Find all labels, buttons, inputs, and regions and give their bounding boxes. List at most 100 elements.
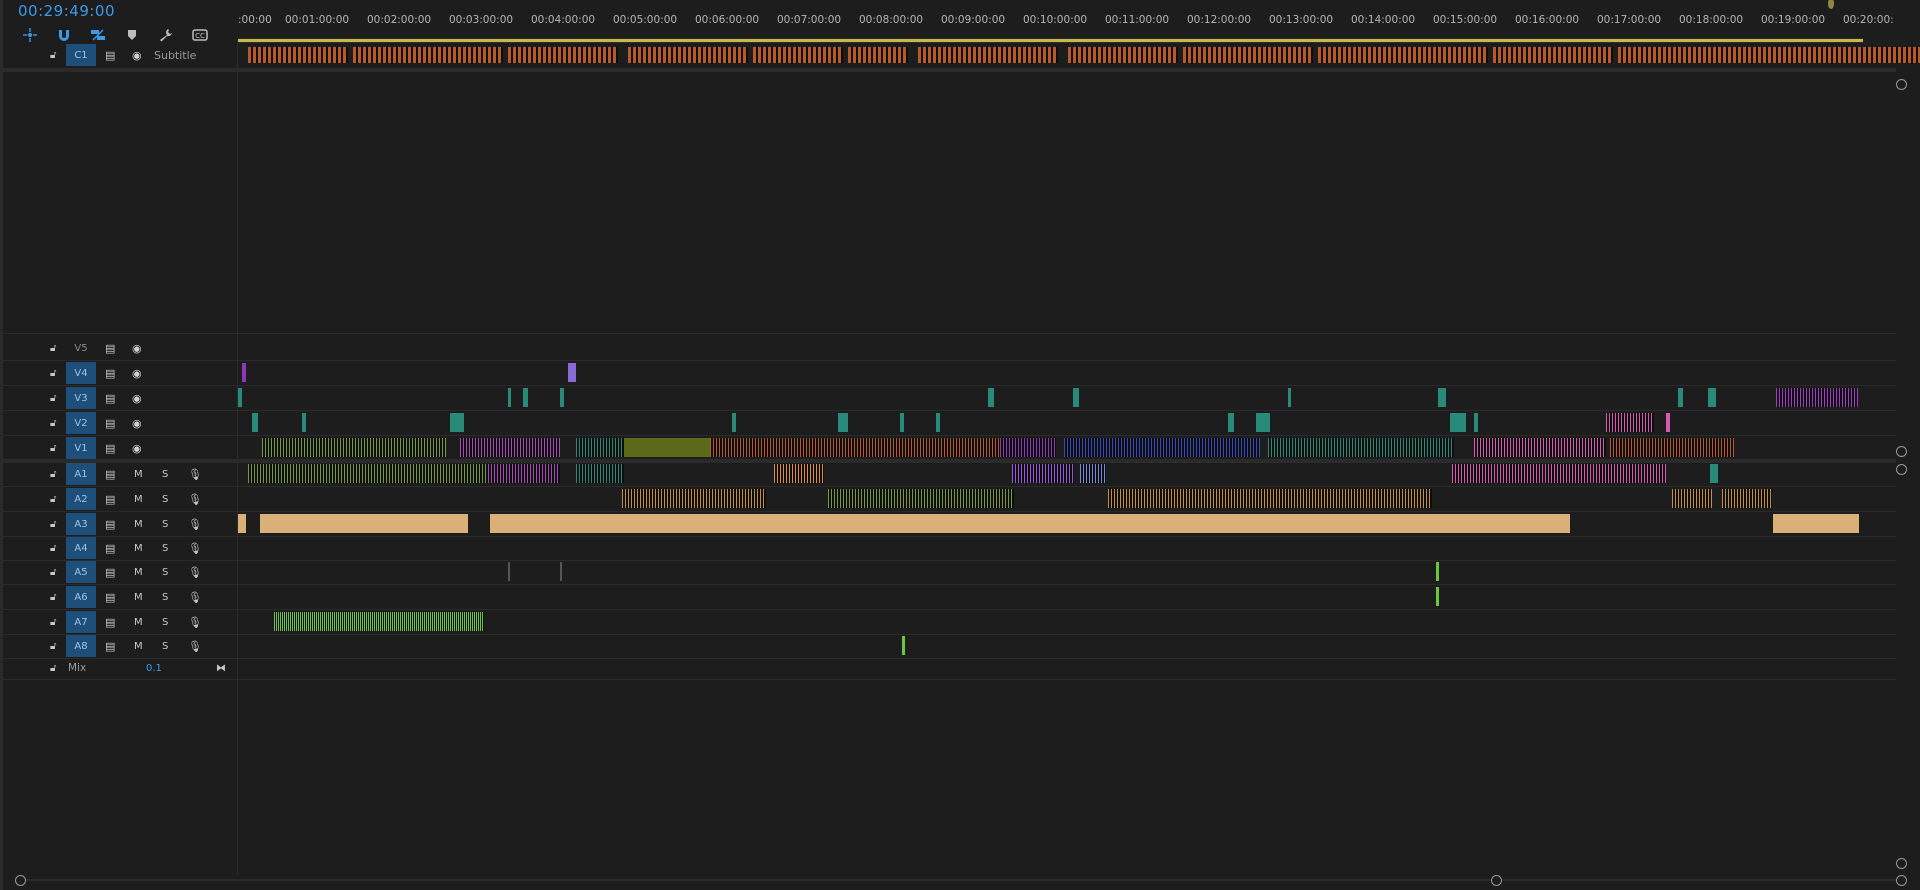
lock-icon[interactable]: 🔓︎ — [50, 663, 56, 674]
mute-button[interactable]: M — [134, 567, 143, 578]
track-name-v4[interactable]: V4 — [66, 362, 96, 384]
clip[interactable] — [1064, 438, 1260, 457]
solo-button[interactable]: S — [162, 519, 168, 530]
solo-button[interactable]: S — [162, 543, 168, 554]
clip[interactable] — [260, 514, 468, 533]
work-area-bar[interactable] — [238, 39, 1863, 42]
clip[interactable] — [508, 388, 511, 407]
eye-icon[interactable]: ◉ — [132, 367, 142, 380]
lane-v1[interactable] — [238, 436, 1898, 460]
mute-button[interactable]: M — [134, 543, 143, 554]
mute-button[interactable]: M — [134, 519, 143, 530]
track-name-a2[interactable]: A2 — [66, 488, 96, 510]
solo-button[interactable]: S — [162, 592, 168, 603]
sync-lock-icon[interactable]: ▤ — [105, 49, 115, 62]
clip[interactable] — [523, 388, 528, 407]
captions-icon[interactable]: CC — [190, 26, 210, 44]
lock-icon[interactable]: 🔓︎ — [50, 519, 56, 530]
lock-icon[interactable]: 🔓︎ — [50, 567, 56, 578]
clip[interactable] — [1474, 438, 1606, 457]
clip[interactable] — [900, 413, 904, 432]
clip[interactable] — [248, 464, 488, 483]
track-name-a3[interactable]: A3 — [66, 513, 96, 535]
clip[interactable] — [238, 388, 242, 407]
lane-a8[interactable] — [238, 634, 1898, 658]
track-name-v5[interactable]: V5 — [66, 337, 96, 359]
mix-end-icon[interactable]: ⧓ — [216, 663, 226, 674]
lane-a2[interactable] — [238, 487, 1898, 511]
lock-icon[interactable]: 🔓︎ — [50, 617, 56, 628]
clip[interactable] — [828, 489, 1014, 508]
sync-lock-icon[interactable]: ▤ — [105, 640, 115, 653]
clip[interactable] — [1288, 388, 1291, 407]
clip[interactable] — [1452, 464, 1666, 483]
sync-lock-icon[interactable]: ▤ — [105, 616, 115, 629]
clip[interactable] — [1000, 438, 1056, 457]
subtitle-clip[interactable] — [1493, 47, 1613, 63]
sync-lock-icon[interactable]: ▤ — [105, 591, 115, 604]
lane-v2[interactable] — [238, 411, 1898, 435]
clip[interactable] — [774, 464, 824, 483]
clip[interactable] — [274, 612, 484, 631]
clip[interactable] — [1672, 489, 1712, 508]
subtitle-clip[interactable] — [918, 47, 1058, 63]
microphone-icon[interactable]: 🎙︎ — [188, 493, 202, 506]
subtitle-clip[interactable] — [1618, 47, 1678, 63]
lock-icon[interactable]: 🔓︎ — [50, 469, 56, 480]
magnet-icon[interactable] — [54, 26, 74, 44]
track-name-v2[interactable]: V2 — [66, 412, 96, 434]
clip[interactable] — [238, 514, 246, 533]
sync-lock-icon[interactable]: ▤ — [105, 542, 115, 555]
clip[interactable] — [1474, 413, 1478, 432]
sync-lock-icon[interactable]: ▤ — [105, 342, 115, 355]
clip[interactable] — [1610, 438, 1734, 457]
eye-icon[interactable]: ◉ — [132, 442, 142, 455]
clip[interactable] — [988, 388, 994, 407]
clip[interactable] — [488, 464, 560, 483]
clip[interactable] — [302, 413, 306, 432]
lane-v4[interactable] — [238, 361, 1898, 385]
clip[interactable] — [450, 413, 464, 432]
eye-icon[interactable]: ◉ — [132, 417, 142, 430]
clip[interactable] — [252, 413, 258, 432]
sync-lock-icon[interactable]: ▤ — [105, 367, 115, 380]
subtitle-clip[interactable] — [1318, 47, 1488, 63]
lane-a6[interactable] — [238, 585, 1898, 609]
clip[interactable] — [1450, 413, 1466, 432]
zoom-handle-right[interactable] — [1896, 875, 1907, 886]
lane-a7[interactable] — [238, 610, 1898, 634]
playhead-marker[interactable] — [1828, 0, 1834, 9]
clip[interactable] — [1073, 388, 1079, 407]
microphone-icon[interactable]: 🎙︎ — [188, 468, 202, 481]
clip[interactable] — [262, 438, 446, 457]
zoom-scrollbar[interactable] — [12, 874, 1908, 886]
lane-a3[interactable] — [238, 512, 1898, 536]
lock-icon[interactable]: 🔓︎ — [50, 343, 56, 354]
subtitle-clip[interactable] — [1678, 47, 1920, 63]
subtitle-clip[interactable] — [753, 47, 843, 63]
microphone-icon[interactable]: 🎙︎ — [188, 518, 202, 531]
microphone-icon[interactable]: 🎙︎ — [188, 542, 202, 555]
sync-lock-icon[interactable]: ▤ — [105, 468, 115, 481]
clip[interactable] — [902, 636, 905, 655]
lock-icon[interactable]: 🔓︎ — [50, 543, 56, 554]
track-name-a8[interactable]: A8 — [66, 635, 96, 657]
track-name-v3[interactable]: V3 — [66, 387, 96, 409]
eye-icon[interactable]: ◉ — [132, 392, 142, 405]
lane-c1[interactable] — [238, 43, 1920, 67]
clip[interactable] — [622, 489, 766, 508]
mix-volume-value[interactable]: 0.1 — [146, 663, 162, 674]
sync-lock-icon[interactable]: ▤ — [105, 518, 115, 531]
clip[interactable] — [732, 413, 736, 432]
lane-a1[interactable] — [238, 462, 1898, 486]
lock-icon[interactable]: 🔓︎ — [50, 592, 56, 603]
lock-icon[interactable]: 🔓︎ — [50, 368, 56, 379]
clip[interactable] — [1722, 489, 1772, 508]
track-name-a5[interactable]: A5 — [66, 561, 96, 583]
clip[interactable] — [710, 438, 1000, 457]
solo-button[interactable]: S — [162, 494, 168, 505]
clip[interactable] — [1436, 562, 1439, 581]
clip[interactable] — [576, 438, 624, 457]
clip[interactable] — [1012, 464, 1074, 483]
mute-button[interactable]: M — [134, 641, 143, 652]
